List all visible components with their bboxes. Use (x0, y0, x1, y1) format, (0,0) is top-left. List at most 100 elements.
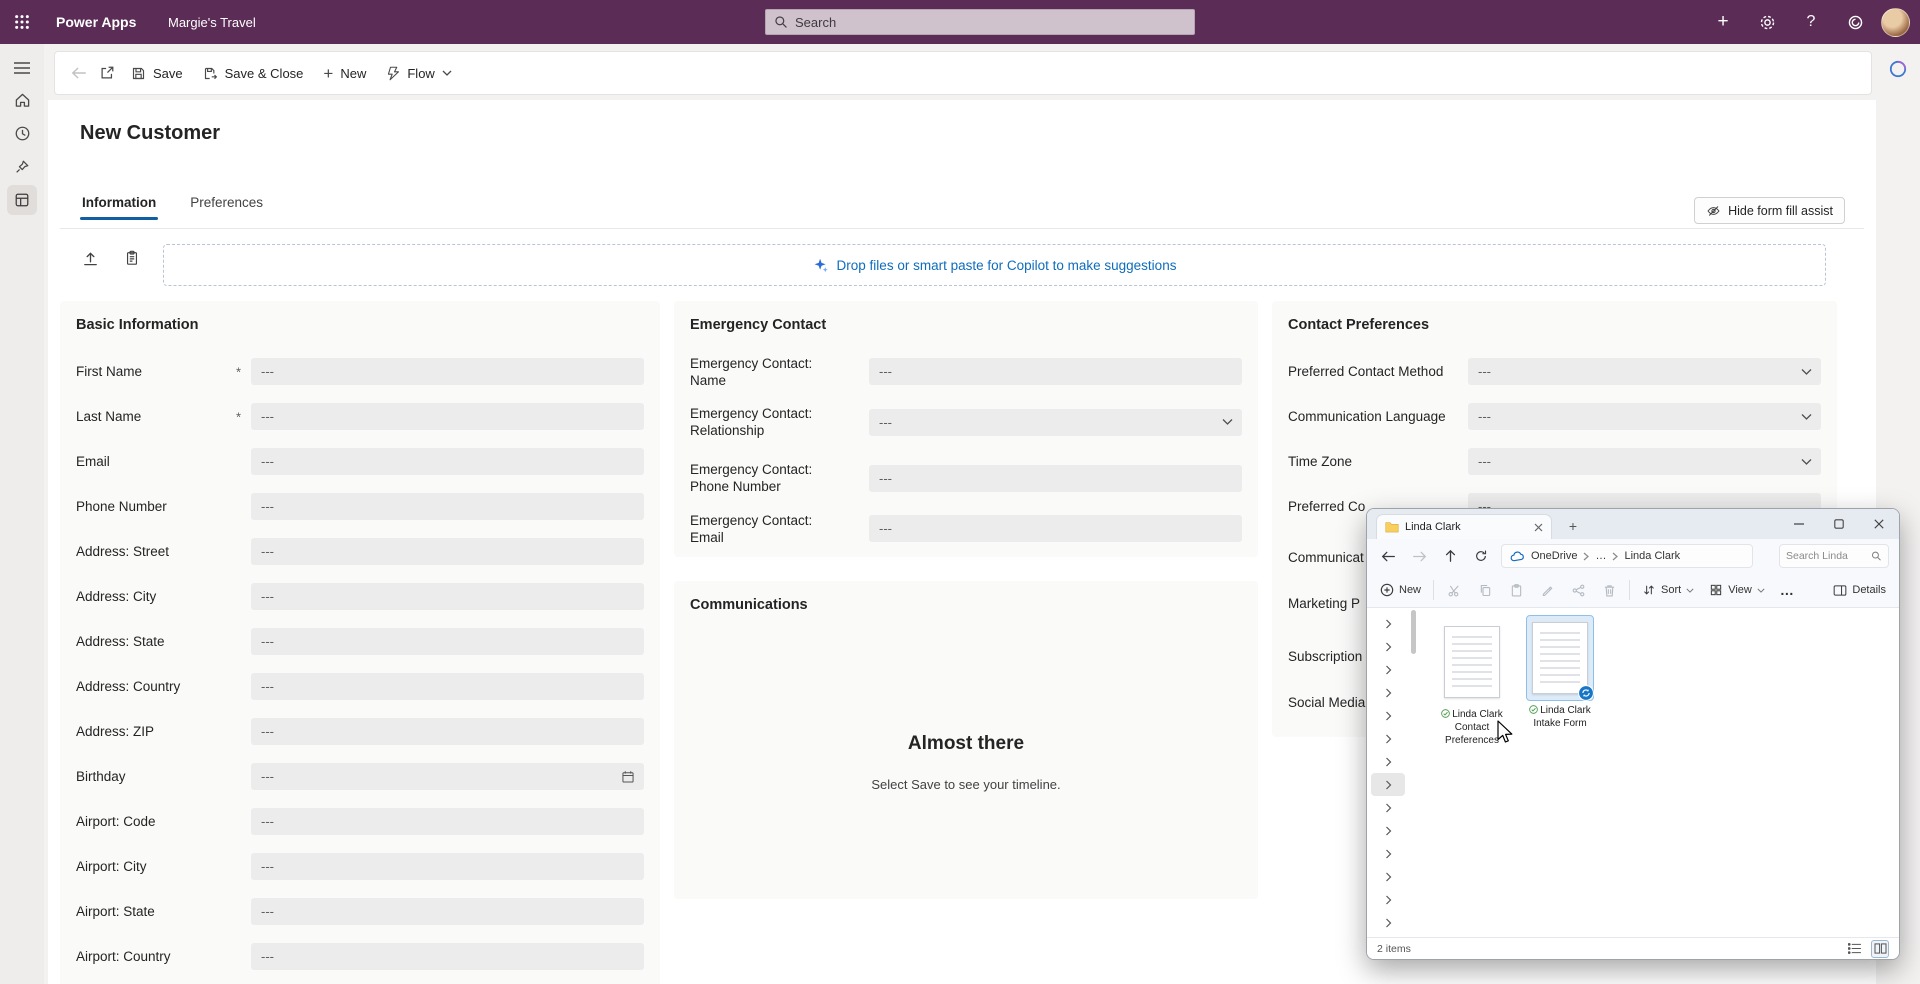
file-item[interactable]: Linda Clark Contact Preferences (1431, 616, 1513, 747)
back-icon[interactable] (65, 57, 93, 89)
explorer-tab[interactable]: Linda Clark (1376, 514, 1552, 539)
copilot-pane-icon[interactable] (1885, 56, 1911, 82)
file-item-selected[interactable]: Linda Clark Intake Form (1519, 616, 1601, 731)
hide-form-fill-assist-button[interactable]: Hide form fill assist (1694, 197, 1845, 224)
smart-paste-button[interactable] (118, 244, 146, 272)
help-icon[interactable]: ? (1789, 0, 1833, 44)
command-bar: Save Save & Close + New Flow (54, 51, 1872, 95)
tree-item[interactable] (1371, 842, 1405, 865)
popout-icon[interactable] (93, 57, 121, 89)
address-city-input[interactable]: --- (251, 583, 644, 610)
email-input[interactable]: --- (251, 448, 644, 475)
save-button[interactable]: Save (121, 57, 193, 89)
more-options-button[interactable]: … (1777, 582, 1797, 598)
communication-language-select[interactable]: --- (1468, 403, 1821, 430)
last-name-input[interactable]: --- (251, 403, 644, 430)
paste-icon[interactable] (1505, 579, 1527, 601)
calendar-icon[interactable] (621, 770, 635, 784)
emergency-email-input[interactable]: --- (869, 515, 1242, 542)
pinned-icon[interactable] (0, 151, 44, 183)
recent-clock-icon[interactable] (0, 117, 44, 149)
flow-button[interactable]: Flow (376, 57, 461, 89)
thumbnail-view-icon[interactable] (1871, 940, 1889, 958)
chevron-down-icon (1757, 588, 1765, 593)
refresh-icon[interactable] (1470, 545, 1492, 567)
tree-item[interactable] (1371, 750, 1405, 773)
nav-forward-icon[interactable] (1408, 545, 1430, 567)
explorer-titlebar[interactable]: Linda Clark + (1367, 509, 1899, 539)
emergency-phone-input[interactable]: --- (869, 465, 1242, 492)
tab-close-icon[interactable] (1534, 523, 1543, 532)
rename-icon[interactable] (1536, 579, 1558, 601)
tree-item[interactable] (1371, 911, 1405, 934)
airport-city-input[interactable]: --- (251, 853, 644, 880)
sort-button[interactable]: Sort (1639, 583, 1697, 597)
new-item-icon[interactable]: + (1701, 0, 1745, 44)
address-country-input[interactable]: --- (251, 673, 644, 700)
global-search[interactable] (765, 9, 1195, 35)
birthday-input[interactable]: --- (251, 763, 644, 790)
tree-item[interactable] (1371, 658, 1405, 681)
new-tab-icon[interactable]: + (1563, 516, 1583, 536)
nav-up-icon[interactable] (1439, 545, 1461, 567)
delete-icon[interactable] (1598, 579, 1620, 601)
search-input[interactable] (795, 15, 1186, 30)
airport-code-input[interactable]: --- (251, 808, 644, 835)
new-file-button[interactable]: New (1377, 583, 1424, 597)
tab-preferences[interactable]: Preferences (188, 186, 265, 218)
breadcrumb-ellipsis[interactable]: … (1595, 550, 1606, 562)
nav-back-icon[interactable] (1377, 545, 1399, 567)
tree-item[interactable] (1371, 727, 1405, 750)
details-pane-button[interactable]: Details (1830, 584, 1889, 597)
emergency-name-input[interactable]: --- (869, 358, 1242, 385)
breadcrumb-root[interactable]: OneDrive (1531, 550, 1577, 562)
view-button[interactable]: View (1706, 583, 1768, 597)
explorer-search[interactable] (1779, 544, 1889, 568)
app-name[interactable]: Power Apps (56, 0, 136, 44)
phone-number-input[interactable]: --- (251, 493, 644, 520)
details-view-icon[interactable] (1845, 940, 1863, 958)
first-name-input[interactable]: --- (251, 358, 644, 385)
emergency-relationship-select[interactable]: --- (869, 409, 1242, 436)
app-launcher-icon[interactable] (0, 0, 44, 44)
tree-item[interactable] (1371, 796, 1405, 819)
preferred-contact-method-select[interactable]: --- (1468, 358, 1821, 385)
copilot-dropzone[interactable]: Drop files or smart paste for Copilot to… (163, 244, 1826, 286)
tree-item-selected[interactable] (1371, 773, 1405, 796)
hamburger-menu-icon[interactable] (0, 52, 44, 84)
file-explorer-window[interactable]: Linda Clark + (1366, 508, 1900, 960)
tree-item[interactable] (1371, 635, 1405, 658)
copy-icon[interactable] (1474, 579, 1496, 601)
tree-item[interactable] (1371, 819, 1405, 842)
save-and-close-button[interactable]: Save & Close (193, 57, 314, 89)
tree-item[interactable] (1371, 704, 1405, 727)
settings-gear-icon[interactable] (1745, 0, 1789, 44)
tree-scrollbar[interactable] (1411, 610, 1416, 654)
time-zone-select[interactable]: --- (1468, 448, 1821, 475)
environment-name[interactable]: Margie's Travel (168, 0, 256, 44)
minimize-button[interactable] (1779, 509, 1819, 539)
tree-item[interactable] (1371, 612, 1405, 635)
address-zip-input[interactable]: --- (251, 718, 644, 745)
address-street-input[interactable]: --- (251, 538, 644, 565)
airport-state-input[interactable]: --- (251, 898, 644, 925)
tree-item[interactable] (1371, 888, 1405, 911)
explorer-search-input[interactable] (1786, 550, 1871, 562)
app-table-icon[interactable] (0, 184, 44, 216)
breadcrumb-current[interactable]: Linda Clark (1624, 550, 1680, 562)
home-icon[interactable] (0, 84, 44, 116)
tab-information[interactable]: Information (80, 186, 158, 218)
address-state-input[interactable]: --- (251, 628, 644, 655)
close-button[interactable] (1859, 509, 1899, 539)
user-avatar[interactable] (1881, 8, 1910, 37)
tree-item[interactable] (1371, 865, 1405, 888)
airport-country-input[interactable]: --- (251, 943, 644, 970)
copilot-icon[interactable] (1833, 0, 1877, 44)
tree-item[interactable] (1371, 681, 1405, 704)
breadcrumb[interactable]: OneDrive … Linda Clark (1501, 544, 1753, 568)
new-button[interactable]: + New (313, 57, 376, 89)
share-icon[interactable] (1567, 579, 1589, 601)
maximize-button[interactable] (1819, 509, 1859, 539)
cut-icon[interactable] (1443, 579, 1465, 601)
upload-file-button[interactable] (76, 244, 104, 272)
